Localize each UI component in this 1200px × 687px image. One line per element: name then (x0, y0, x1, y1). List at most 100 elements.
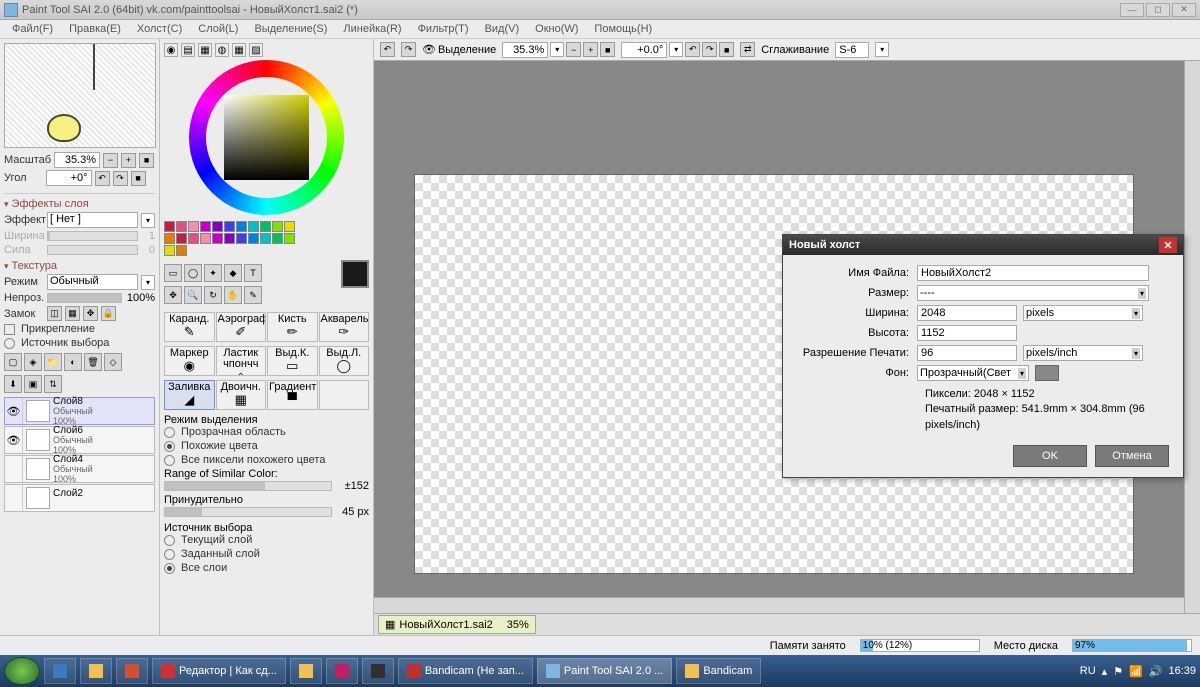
sel-rect-tool[interactable]: ▭ (164, 264, 182, 282)
tray-clock[interactable]: 16:39 (1168, 665, 1196, 677)
swatch[interactable] (236, 221, 247, 232)
eyedropper-tool[interactable]: ✎ (244, 286, 262, 304)
menu-layer[interactable]: Слой(L) (190, 21, 246, 37)
texture-header[interactable]: Текстура (4, 260, 155, 272)
effect-dropdown-icon[interactable]: ▾ (141, 213, 155, 228)
sel-lasso-tool[interactable]: ◯ (184, 264, 202, 282)
blend-mode-select[interactable]: Обычный (47, 274, 138, 290)
swatch[interactable] (260, 233, 271, 244)
taskbar-app-7[interactable]: Bandicam (676, 658, 761, 684)
clip-radio[interactable] (4, 338, 15, 349)
menu-file[interactable]: Файл(F) (4, 21, 61, 37)
cancel-button[interactable]: Отмена (1095, 445, 1169, 467)
angle-ccw-button[interactable]: ↶ (95, 171, 110, 186)
swatch[interactable] (188, 221, 199, 232)
rotation-input[interactable]: +0.0° (621, 42, 667, 58)
ok-button[interactable]: OK (1013, 445, 1087, 467)
swatch[interactable] (272, 233, 283, 244)
layer-visibility-icon[interactable] (5, 485, 23, 511)
navigator-preview[interactable] (4, 43, 156, 148)
menu-canvas[interactable]: Холст(C) (129, 21, 190, 37)
zoom-tool[interactable]: 🔍 (184, 286, 202, 304)
selmode-all-radio[interactable] (164, 455, 175, 466)
layer-item[interactable]: Слой2 (4, 484, 155, 512)
tray-vol-icon[interactable]: 🔊 (1149, 665, 1163, 678)
scrollbar-horizontal[interactable] (374, 597, 1184, 613)
swatch[interactable] (260, 221, 271, 232)
close-button[interactable]: ✕ (1172, 3, 1196, 17)
bg-select[interactable]: Прозрачный(Свет (917, 365, 1029, 381)
color-mixer-icon[interactable]: ◍ (215, 43, 229, 57)
new-folder-button[interactable]: 📁 (44, 353, 62, 371)
swatch[interactable] (212, 233, 223, 244)
layer-item[interactable]: Слой4Обычный100% (4, 455, 155, 483)
menu-selection[interactable]: Выделение(S) (246, 21, 335, 37)
color-hsv-icon[interactable]: ▦ (198, 43, 212, 57)
shape-tool[interactable]: ◆ (224, 264, 242, 282)
stabilizer-input[interactable]: S-6 (835, 42, 869, 58)
taskbar-app-4[interactable] (362, 658, 394, 684)
swatch[interactable] (176, 245, 187, 256)
lock-pixels-button[interactable]: ▦ (65, 306, 80, 321)
zoom-dd-icon[interactable]: ▾ (550, 42, 564, 57)
transfer-button[interactable]: ⇅ (44, 375, 62, 393)
menu-edit[interactable]: Правка(E) (61, 21, 129, 37)
hand-tool[interactable]: ✋ (224, 286, 242, 304)
effect-width-slider[interactable] (47, 231, 138, 241)
swatch[interactable] (188, 233, 199, 244)
start-button[interactable] (4, 657, 40, 685)
dialog-close-button[interactable]: ✕ (1159, 237, 1177, 253)
taskbar-pinned-3[interactable] (116, 658, 148, 684)
color-swatch-icon[interactable]: ▦ (232, 43, 246, 57)
scale-plus-button[interactable]: + (121, 153, 136, 168)
rot-cw-button[interactable]: ↷ (702, 42, 717, 57)
tray-net-icon[interactable]: 📶 (1129, 665, 1143, 678)
taskbar-pinned-2[interactable] (80, 658, 112, 684)
flatten-button[interactable]: ▣ (24, 375, 42, 393)
layer-visibility-icon[interactable]: 👁 (5, 427, 23, 453)
tray-up-icon[interactable]: ▴ (1102, 665, 1108, 678)
rotate-tool[interactable]: ↻ (204, 286, 222, 304)
merge-down-button[interactable]: ⬇ (4, 375, 22, 393)
layer-item[interactable]: 👁Слой6Обычный100% (4, 426, 155, 454)
brush-tool-Двоичн.[interactable]: Двоичн.▦ (216, 380, 267, 410)
clear-layer-button[interactable]: ◇ (104, 353, 122, 371)
width-input[interactable] (917, 305, 1017, 321)
lock-move-button[interactable]: ✥ (83, 306, 98, 321)
swatch[interactable] (200, 221, 211, 232)
swatch[interactable] (212, 221, 223, 232)
scale-reset-button[interactable]: ■ (139, 153, 154, 168)
brush-tool-Каранд.[interactable]: Каранд.✎ (164, 312, 215, 342)
color-rgb-icon[interactable]: ▤ (181, 43, 195, 57)
brush-tool-Выд.Л.[interactable]: Выд.Л.◯ (319, 346, 370, 376)
swatch[interactable] (164, 245, 175, 256)
swatch[interactable] (176, 233, 187, 244)
brush-tool-Маркер[interactable]: Маркер◉ (164, 346, 215, 376)
force-slider[interactable] (164, 507, 332, 517)
rot-dd-icon[interactable]: ▾ (669, 42, 683, 57)
taskbar-app-3[interactable] (326, 658, 358, 684)
tray-flag-icon[interactable]: ⚑ (1113, 665, 1123, 678)
brush-tool-Акварель[interactable]: Акварель✑ (319, 312, 370, 342)
taskbar-pinned-1[interactable] (44, 658, 76, 684)
zoom-out-button[interactable]: − (566, 42, 581, 57)
height-input[interactable] (917, 325, 1017, 341)
tray-lang[interactable]: RU (1080, 665, 1096, 677)
selmode-transparent-radio[interactable] (164, 427, 175, 438)
angle-input[interactable]: +0° (46, 170, 92, 186)
brush-tool-Выд.К.[interactable]: Выд.К.▭ (267, 346, 318, 376)
text-tool[interactable]: T (244, 264, 262, 282)
src-all-radio[interactable] (164, 563, 175, 574)
scale-input[interactable]: 35.3% (54, 152, 100, 168)
swatch[interactable] (164, 233, 175, 244)
foreground-color[interactable] (341, 260, 369, 288)
minimize-button[interactable]: — (1120, 3, 1144, 17)
new-vector-layer-button[interactable]: ◈ (24, 353, 42, 371)
range-slider[interactable] (164, 481, 332, 491)
angle-reset-button[interactable]: ■ (131, 171, 146, 186)
flip-h-button[interactable]: ⇄ (740, 42, 755, 57)
lock-all-button[interactable]: 🔒 (101, 306, 116, 321)
src-set-radio[interactable] (164, 549, 175, 560)
opacity-slider[interactable] (47, 293, 122, 303)
move-tool[interactable]: ✥ (164, 286, 182, 304)
